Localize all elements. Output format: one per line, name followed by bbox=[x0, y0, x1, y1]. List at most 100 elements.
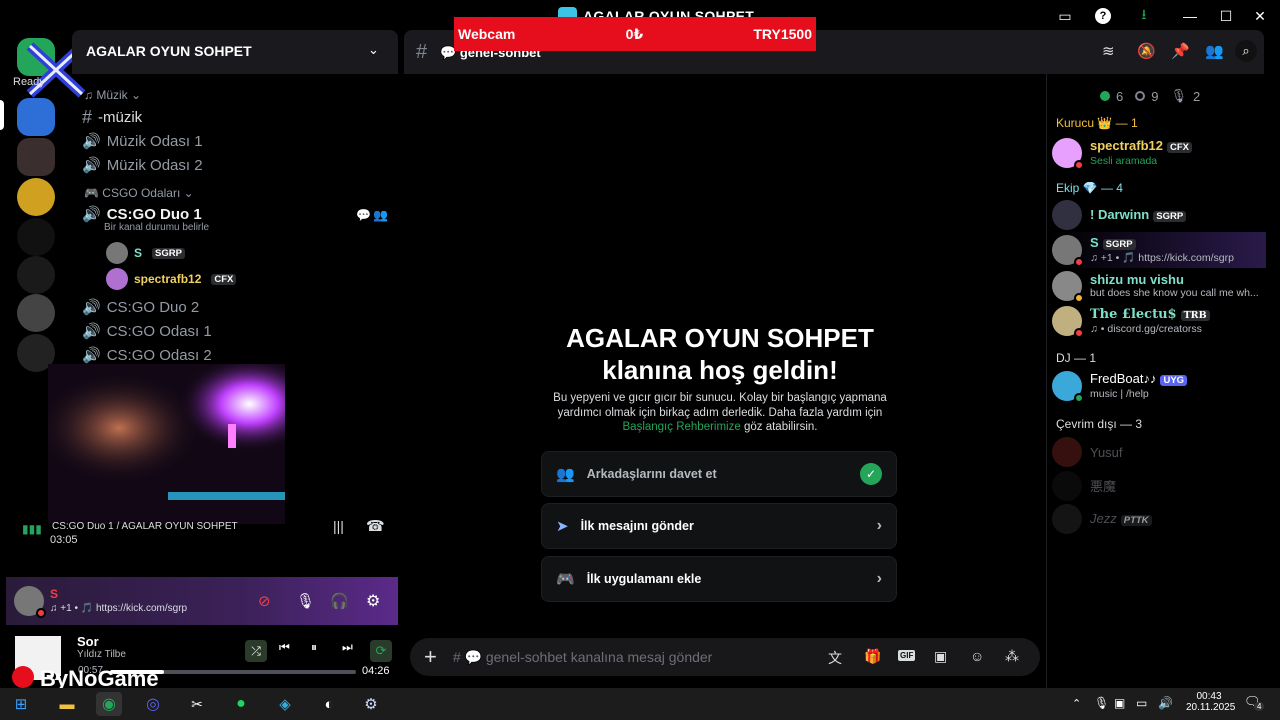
search-icon[interactable]: ⌕ bbox=[1235, 40, 1257, 62]
steam-icon[interactable]: ⚙ bbox=[358, 692, 384, 716]
camera-off-icon[interactable]: ⊘ bbox=[258, 592, 271, 610]
inbox-icon[interactable]: ▭ bbox=[1055, 6, 1075, 26]
category-music[interactable]: ♫ Müzik ⌄ bbox=[84, 88, 141, 102]
category-csgo[interactable]: 🎮 CSGO Odaları ⌄ bbox=[84, 186, 194, 200]
welcome-body-end: göz atabilirsin. bbox=[743, 421, 818, 433]
maximize-icon[interactable]: ☐ bbox=[1216, 6, 1236, 26]
member-item[interactable]: S SGRP ♫ +1 • 🎵 https://kick.com/sgrp bbox=[1052, 235, 1234, 267]
next-icon[interactable]: ⏭ bbox=[342, 640, 353, 655]
member-item[interactable]: Jezz PTTK bbox=[1052, 504, 1152, 534]
channel-music-room-1[interactable]: 🔊 Müzik Odası 1 bbox=[82, 132, 203, 151]
tray-network-icon[interactable]: ▭ bbox=[1136, 696, 1147, 710]
channel-csgo-room-1[interactable]: 🔊 CS:GO Odası 1 bbox=[82, 322, 212, 341]
discord-icon[interactable]: ◎ bbox=[140, 692, 166, 716]
apps-icon[interactable]: ⁂ bbox=[1005, 648, 1019, 665]
server-icon-5[interactable] bbox=[17, 256, 55, 294]
card-label: İlk mesajını gönder bbox=[580, 519, 694, 533]
member-item[interactable]: Yusuf bbox=[1052, 437, 1123, 467]
emoji-icon[interactable]: ☺ bbox=[970, 648, 984, 664]
tray-chevron-icon[interactable]: ⌃ bbox=[1072, 697, 1081, 710]
clock[interactable]: 00:43 20.11.2025 bbox=[1186, 691, 1235, 713]
watermark-logo-icon bbox=[12, 666, 34, 688]
headphones-icon[interactable]: 🎧 bbox=[330, 592, 349, 610]
capcut-icon[interactable]: ✂ bbox=[184, 692, 210, 716]
voice-channel-path[interactable]: CS:GO Duo 1 / AGALAR OYUN SOHPET bbox=[52, 521, 238, 532]
help-icon[interactable]: ? bbox=[1095, 8, 1111, 24]
translate-icon[interactable]: 文 bbox=[828, 648, 842, 668]
download-icon[interactable]: ⭳ bbox=[1134, 6, 1154, 26]
guide-link[interactable]: Başlangıç Rehberimize bbox=[623, 421, 741, 433]
file-explorer-icon[interactable]: ▬ bbox=[54, 692, 80, 716]
shuffle-icon[interactable]: ⤮ bbox=[245, 640, 267, 662]
channel-label: CS:GO Odası 2 bbox=[106, 346, 212, 364]
chevron-down-icon[interactable]: ⌄ bbox=[368, 42, 379, 58]
add-first-app-card[interactable]: 🎮 İlk uygulamanı ekle › bbox=[541, 556, 897, 602]
previous-icon[interactable]: ⏮ bbox=[279, 640, 290, 655]
repeat-icon[interactable]: ⟳ bbox=[370, 640, 392, 662]
pause-icon[interactable]: ⏸ bbox=[311, 640, 317, 655]
pin-icon[interactable]: 📌 bbox=[1171, 42, 1190, 60]
channel-csgo-duo-2[interactable]: 🔊 CS:GO Duo 2 bbox=[82, 298, 199, 317]
member-list-icon[interactable]: 👥 bbox=[1205, 42, 1224, 60]
add-user-icon[interactable]: 👥 bbox=[373, 208, 388, 222]
minimize-icon[interactable]: — bbox=[1180, 6, 1200, 26]
invite-icon: 👥 bbox=[556, 466, 575, 483]
tray-volume-icon[interactable]: 🔊 bbox=[1158, 696, 1173, 710]
clock-time: 00:43 bbox=[1196, 691, 1222, 702]
invite-friends-card[interactable]: 👥 Arkadaşlarını davet et ✓ bbox=[541, 451, 897, 497]
member-name: S bbox=[1090, 235, 1099, 250]
settings-gear-icon[interactable]: ⚙ bbox=[366, 591, 380, 611]
member-item[interactable]: 悪魔 bbox=[1052, 471, 1116, 501]
close-icon[interactable]: ✕ bbox=[1250, 6, 1270, 26]
voice-icon: 🎙 bbox=[1170, 88, 1187, 103]
windows-start-icon[interactable]: ⊞ bbox=[8, 692, 34, 716]
member-item[interactable]: The £lectu$ TRB ♫ • discord.gg/creatorss bbox=[1052, 306, 1210, 338]
channel-csgo-room-2[interactable]: 🔊 CS:GO Odası 2 bbox=[82, 346, 212, 365]
speaker-icon: 🔊 bbox=[82, 157, 101, 174]
disconnect-icon[interactable]: ☎ bbox=[366, 517, 385, 535]
server-name: AGALAR OYUN SOHPET bbox=[86, 43, 252, 59]
add-attachment-icon[interactable]: + bbox=[424, 644, 437, 670]
obs-icon[interactable]: ◐ bbox=[316, 692, 342, 716]
server-icon-2[interactable] bbox=[17, 138, 55, 176]
server-icon-1[interactable] bbox=[17, 98, 55, 136]
channel-csgo-duo-1[interactable]: 🔊 CS:GO Duo 1 bbox=[82, 205, 202, 224]
gift-icon[interactable]: 🎁 bbox=[864, 648, 881, 665]
avatar bbox=[1052, 200, 1082, 230]
soundboard-icon[interactable]: ||| bbox=[333, 518, 344, 534]
voice-user-1[interactable]: S SGRP bbox=[106, 242, 185, 264]
signal-icon[interactable]: ▮▮▮ bbox=[22, 522, 42, 536]
network-app-icon[interactable]: ◈ bbox=[272, 692, 298, 716]
member-item[interactable]: ! Darwinn SGRP bbox=[1052, 200, 1187, 230]
threads-icon[interactable]: ≋ bbox=[1102, 42, 1115, 60]
avatar bbox=[1052, 271, 1084, 303]
self-avatar[interactable] bbox=[14, 586, 46, 618]
spotify-icon[interactable]: ● bbox=[228, 692, 254, 716]
avatar bbox=[1052, 235, 1084, 267]
sticker-icon[interactable]: ▣ bbox=[934, 648, 947, 665]
member-item[interactable]: shizu mu vishu but does she know you cal… bbox=[1052, 271, 1259, 303]
channel-status[interactable]: Bir kanal durumu belirle bbox=[104, 222, 209, 233]
member-item[interactable]: spectrafb12 CFX Sesli aramada bbox=[1052, 138, 1192, 170]
member-counts: 6 9 🎙 2 bbox=[1100, 88, 1200, 104]
chrome-icon[interactable]: ◉ bbox=[96, 692, 122, 716]
tray-mic-icon[interactable]: 🎙 bbox=[1094, 696, 1109, 710]
server-icon-6[interactable] bbox=[17, 294, 55, 332]
gif-icon[interactable]: GIF bbox=[898, 650, 916, 661]
speaker-icon: 🔊 bbox=[82, 323, 101, 340]
member-item[interactable]: FredBoat♪♪ UYG music | /help bbox=[1052, 371, 1188, 403]
chat-icon[interactable]: 💬 bbox=[356, 208, 371, 222]
server-icon-4[interactable] bbox=[17, 218, 55, 256]
mic-icon[interactable]: 🎙 bbox=[296, 592, 315, 610]
channel-music-text[interactable]: # -müzik bbox=[82, 107, 142, 128]
offline-count: 9 bbox=[1151, 88, 1159, 104]
voice-user-2[interactable]: spectrafb12 CFX bbox=[106, 268, 237, 290]
tray-display-icon[interactable]: ▣ bbox=[1114, 696, 1125, 710]
channel-music-room-2[interactable]: 🔊 Müzik Odası 2 bbox=[82, 156, 203, 175]
member-status: music | /help bbox=[1090, 388, 1149, 400]
guild-tag: TRB bbox=[1180, 309, 1210, 321]
send-first-message-card[interactable]: ➤ İlk mesajını gönder › bbox=[541, 503, 897, 549]
mute-notifications-icon[interactable]: 🔕 bbox=[1137, 42, 1156, 60]
channel-label: Müzik Odası 1 bbox=[106, 132, 203, 150]
server-icon-3[interactable] bbox=[17, 178, 55, 216]
